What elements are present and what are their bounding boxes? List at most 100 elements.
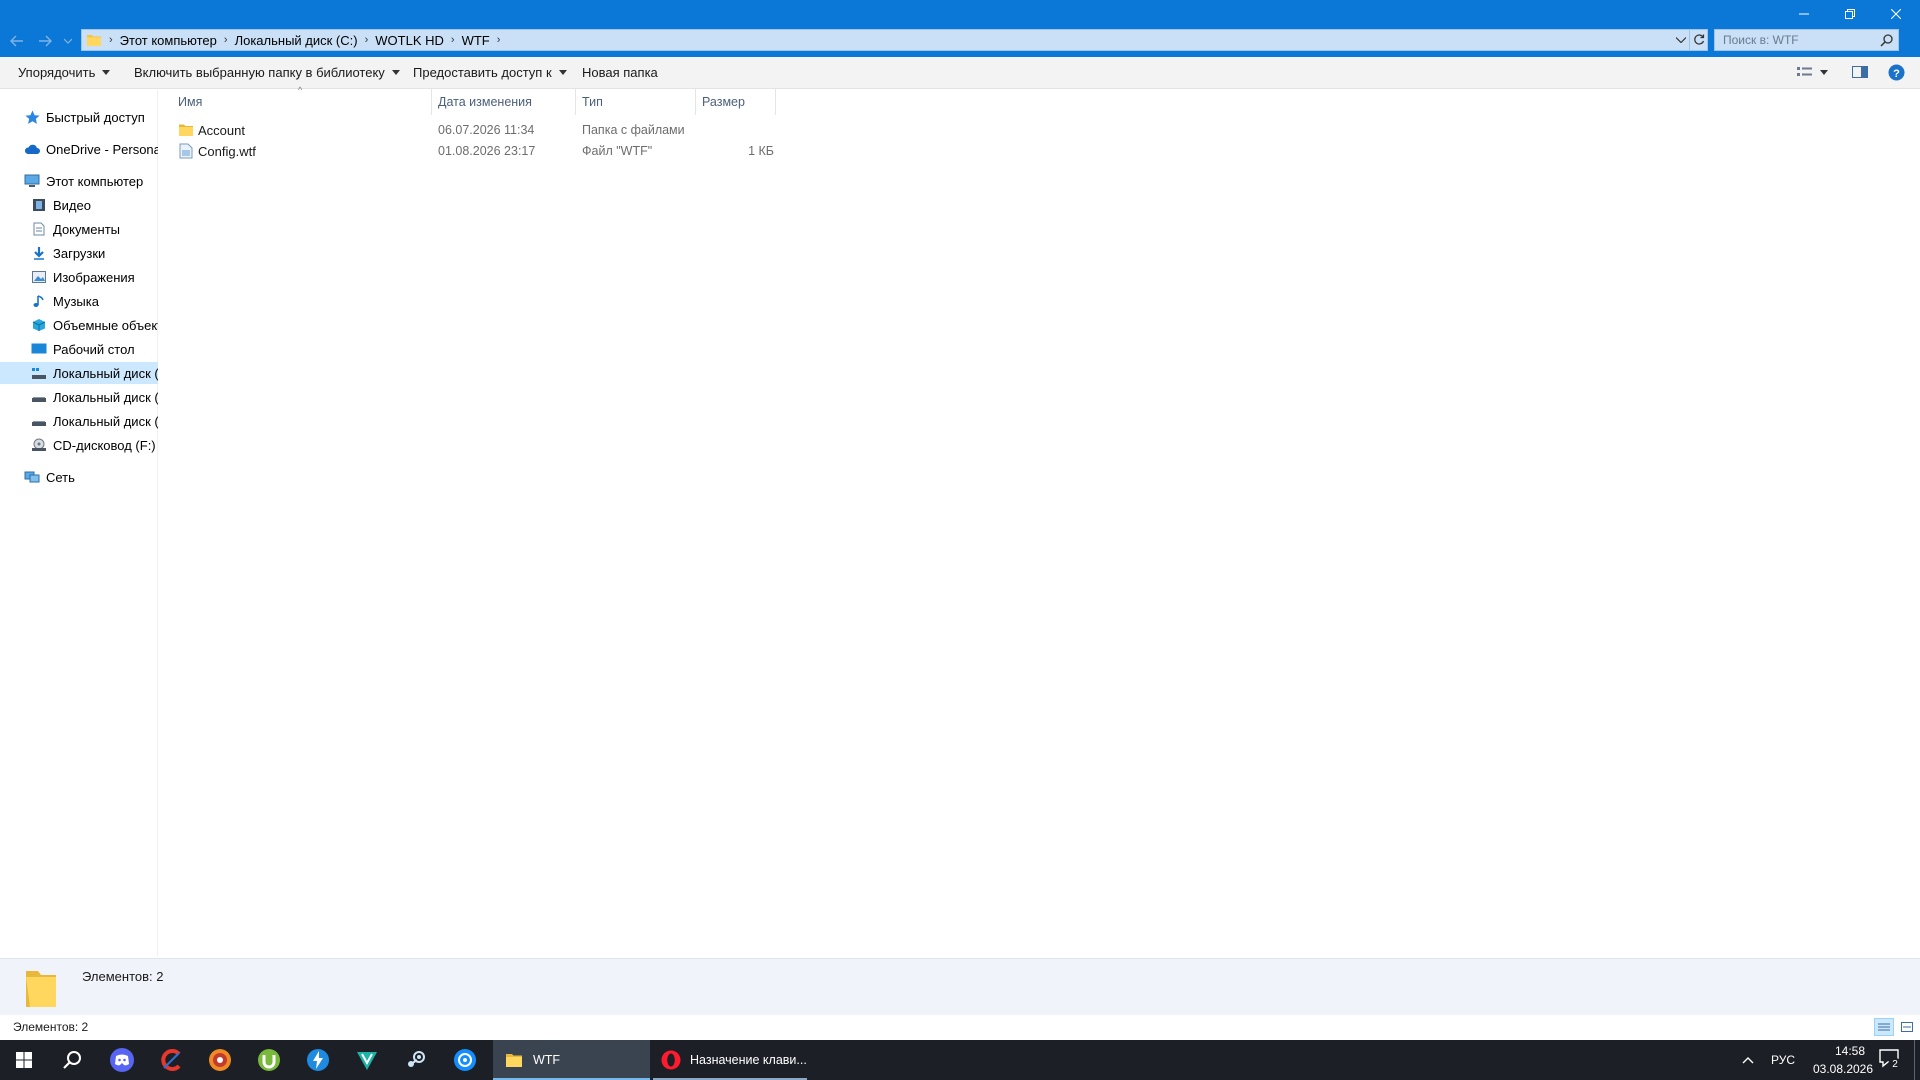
pictures-icon — [31, 269, 47, 285]
help-icon: ? — [1888, 64, 1905, 81]
3d-objects-icon — [31, 317, 47, 333]
clock-time[interactable]: 14:58 — [1820, 1044, 1880, 1058]
taskbar-utorrent[interactable] — [245, 1040, 293, 1080]
nav-item-video[interactable]: Видео — [31, 194, 158, 216]
arrow-left-icon — [10, 35, 23, 47]
header-label: Имя — [178, 95, 203, 109]
nav-quick-access[interactable]: Быстрый доступ — [24, 106, 158, 128]
nav-label: Документы — [53, 221, 121, 237]
start-button[interactable] — [0, 1040, 48, 1080]
taskbar-ccleaner[interactable] — [147, 1040, 195, 1080]
nav-item-pictures[interactable]: Изображения — [31, 266, 158, 288]
refresh-button[interactable] — [1689, 30, 1707, 50]
address-history-dropdown[interactable] — [1673, 32, 1689, 48]
nav-label: CD-дисковод (F:) — [53, 437, 156, 453]
breadcrumb-wtf[interactable]: WTF — [462, 33, 490, 48]
taskbar-steam[interactable] — [392, 1040, 440, 1080]
nav-label: Быстрый доступ — [46, 109, 145, 125]
taskbar-app-label: WTF — [533, 1053, 561, 1067]
video-icon — [31, 197, 47, 213]
organize-label: Упорядочить — [18, 65, 96, 80]
close-button[interactable] — [1873, 0, 1919, 28]
breadcrumb-wotlk-hd[interactable]: WOTLK HD — [375, 33, 444, 48]
help-button[interactable]: ? — [1888, 64, 1905, 81]
nav-item-3d-objects[interactable]: Объемные объекты — [31, 314, 158, 336]
large-icons-view-button[interactable] — [1897, 1018, 1917, 1036]
search-input[interactable]: Поиск в: WTF — [1714, 29, 1899, 51]
file-size: 1 КБ — [748, 144, 774, 158]
taskbar-app-explorer[interactable]: WTF — [493, 1040, 650, 1080]
file-date: 06.07.2026 11:34 — [438, 123, 535, 137]
cd-drive-icon — [31, 437, 47, 453]
taskbar-battlenet[interactable] — [441, 1040, 489, 1080]
change-view-button[interactable] — [1796, 65, 1828, 79]
file-type: Папка с файлами — [582, 123, 685, 137]
nav-network[interactable]: Сеть — [24, 466, 158, 488]
downloads-icon — [31, 245, 47, 261]
taskbar-media-player[interactable] — [196, 1040, 244, 1080]
address-bar[interactable]: › Этот компьютер › Локальный диск (C:) ›… — [81, 29, 1708, 51]
nav-item-downloads[interactable]: Загрузки — [31, 242, 158, 264]
nav-item-documents[interactable]: Документы — [31, 218, 158, 240]
header-label: Дата изменения — [438, 95, 532, 109]
nav-item-drive-c[interactable]: Локальный диск (C:) — [0, 362, 158, 384]
taskbar-app-opera[interactable]: Назначение клави... — [653, 1040, 807, 1080]
view-options-icon — [1797, 67, 1812, 76]
drive-icon — [31, 389, 47, 405]
column-header-name[interactable]: Имя — [172, 89, 432, 115]
restore-button[interactable] — [1827, 0, 1873, 28]
file-name: Account — [198, 123, 245, 138]
language-indicator[interactable]: РУС — [1771, 1053, 1795, 1067]
details-view-button[interactable] — [1874, 1018, 1894, 1036]
taskbar-vpn[interactable] — [343, 1040, 391, 1080]
nav-item-music[interactable]: Музыка — [31, 290, 158, 312]
breadcrumb-separator[interactable]: › — [497, 34, 501, 46]
show-hidden-icons-button[interactable] — [1742, 1052, 1754, 1067]
navigation-pane: Быстрый доступ OneDrive - Personal Этот … — [0, 90, 158, 956]
details-item-count: Элементов: 2 — [82, 969, 164, 984]
breadcrumb-separator: › — [364, 34, 369, 46]
breadcrumb-separator: › — [109, 34, 113, 46]
show-desktop-button[interactable] — [1914, 1040, 1920, 1080]
column-header-type[interactable]: Тип — [576, 89, 696, 115]
cloud-icon — [24, 141, 40, 157]
nav-label: Сеть — [46, 469, 75, 485]
taskbar-discord[interactable] — [98, 1040, 146, 1080]
forward-button[interactable] — [34, 30, 56, 52]
header-label: Размер — [702, 95, 745, 109]
minimize-button[interactable] — [1781, 0, 1827, 28]
file-row-account[interactable]: Account 06.07.2026 11:34 Папка с файлами — [176, 120, 776, 141]
action-center-button[interactable]: 2 — [1878, 1048, 1904, 1072]
nav-label: Локальный диск (C:) — [53, 365, 158, 381]
nav-onedrive[interactable]: OneDrive - Personal — [24, 138, 158, 160]
file-type: Файл "WTF" — [582, 144, 653, 158]
nav-item-cd-drive[interactable]: CD-дисковод (F:) — [31, 434, 158, 456]
taskbar-flash-app[interactable] — [294, 1040, 342, 1080]
opera-icon — [661, 1050, 681, 1070]
nav-label: Локальный диск (E:) — [53, 413, 158, 429]
nav-item-drive-e[interactable]: Локальный диск (E:) — [31, 410, 158, 432]
utorrent-icon — [258, 1049, 280, 1071]
share-with-menu[interactable]: Предоставить доступ к — [413, 65, 567, 80]
folder-icon — [86, 33, 102, 47]
new-folder-button[interactable]: Новая папка — [582, 65, 658, 80]
preview-pane-button[interactable] — [1852, 65, 1868, 79]
breadcrumb-this-pc[interactable]: Этот компьютер — [120, 33, 217, 48]
nav-item-drive-d[interactable]: Локальный диск (D:) — [31, 386, 158, 408]
preview-pane-icon — [1852, 66, 1868, 78]
search-button[interactable] — [48, 1040, 96, 1080]
include-in-library-menu[interactable]: Включить выбранную папку в библиотеку — [134, 65, 400, 80]
nav-item-desktop[interactable]: Рабочий стол — [31, 338, 158, 360]
back-button[interactable] — [6, 30, 28, 52]
file-row-config[interactable]: Config.wtf 01.08.2026 23:17 Файл "WTF" 1… — [176, 141, 776, 162]
clock-date[interactable]: 03.08.2026 — [1806, 1062, 1880, 1076]
large-icons-view-icon — [1901, 1022, 1913, 1032]
command-bar: Упорядочить Включить выбранную папку в б… — [0, 57, 1920, 89]
breadcrumb-drive-c[interactable]: Локальный диск (C:) — [235, 33, 358, 48]
new-folder-label: Новая папка — [582, 65, 658, 80]
recent-locations-button[interactable] — [61, 30, 75, 52]
organize-menu[interactable]: Упорядочить — [18, 65, 111, 80]
column-header-date[interactable]: Дата изменения — [432, 89, 576, 115]
column-header-size[interactable]: Размер — [696, 89, 776, 115]
nav-this-pc[interactable]: Этот компьютер — [24, 170, 158, 192]
